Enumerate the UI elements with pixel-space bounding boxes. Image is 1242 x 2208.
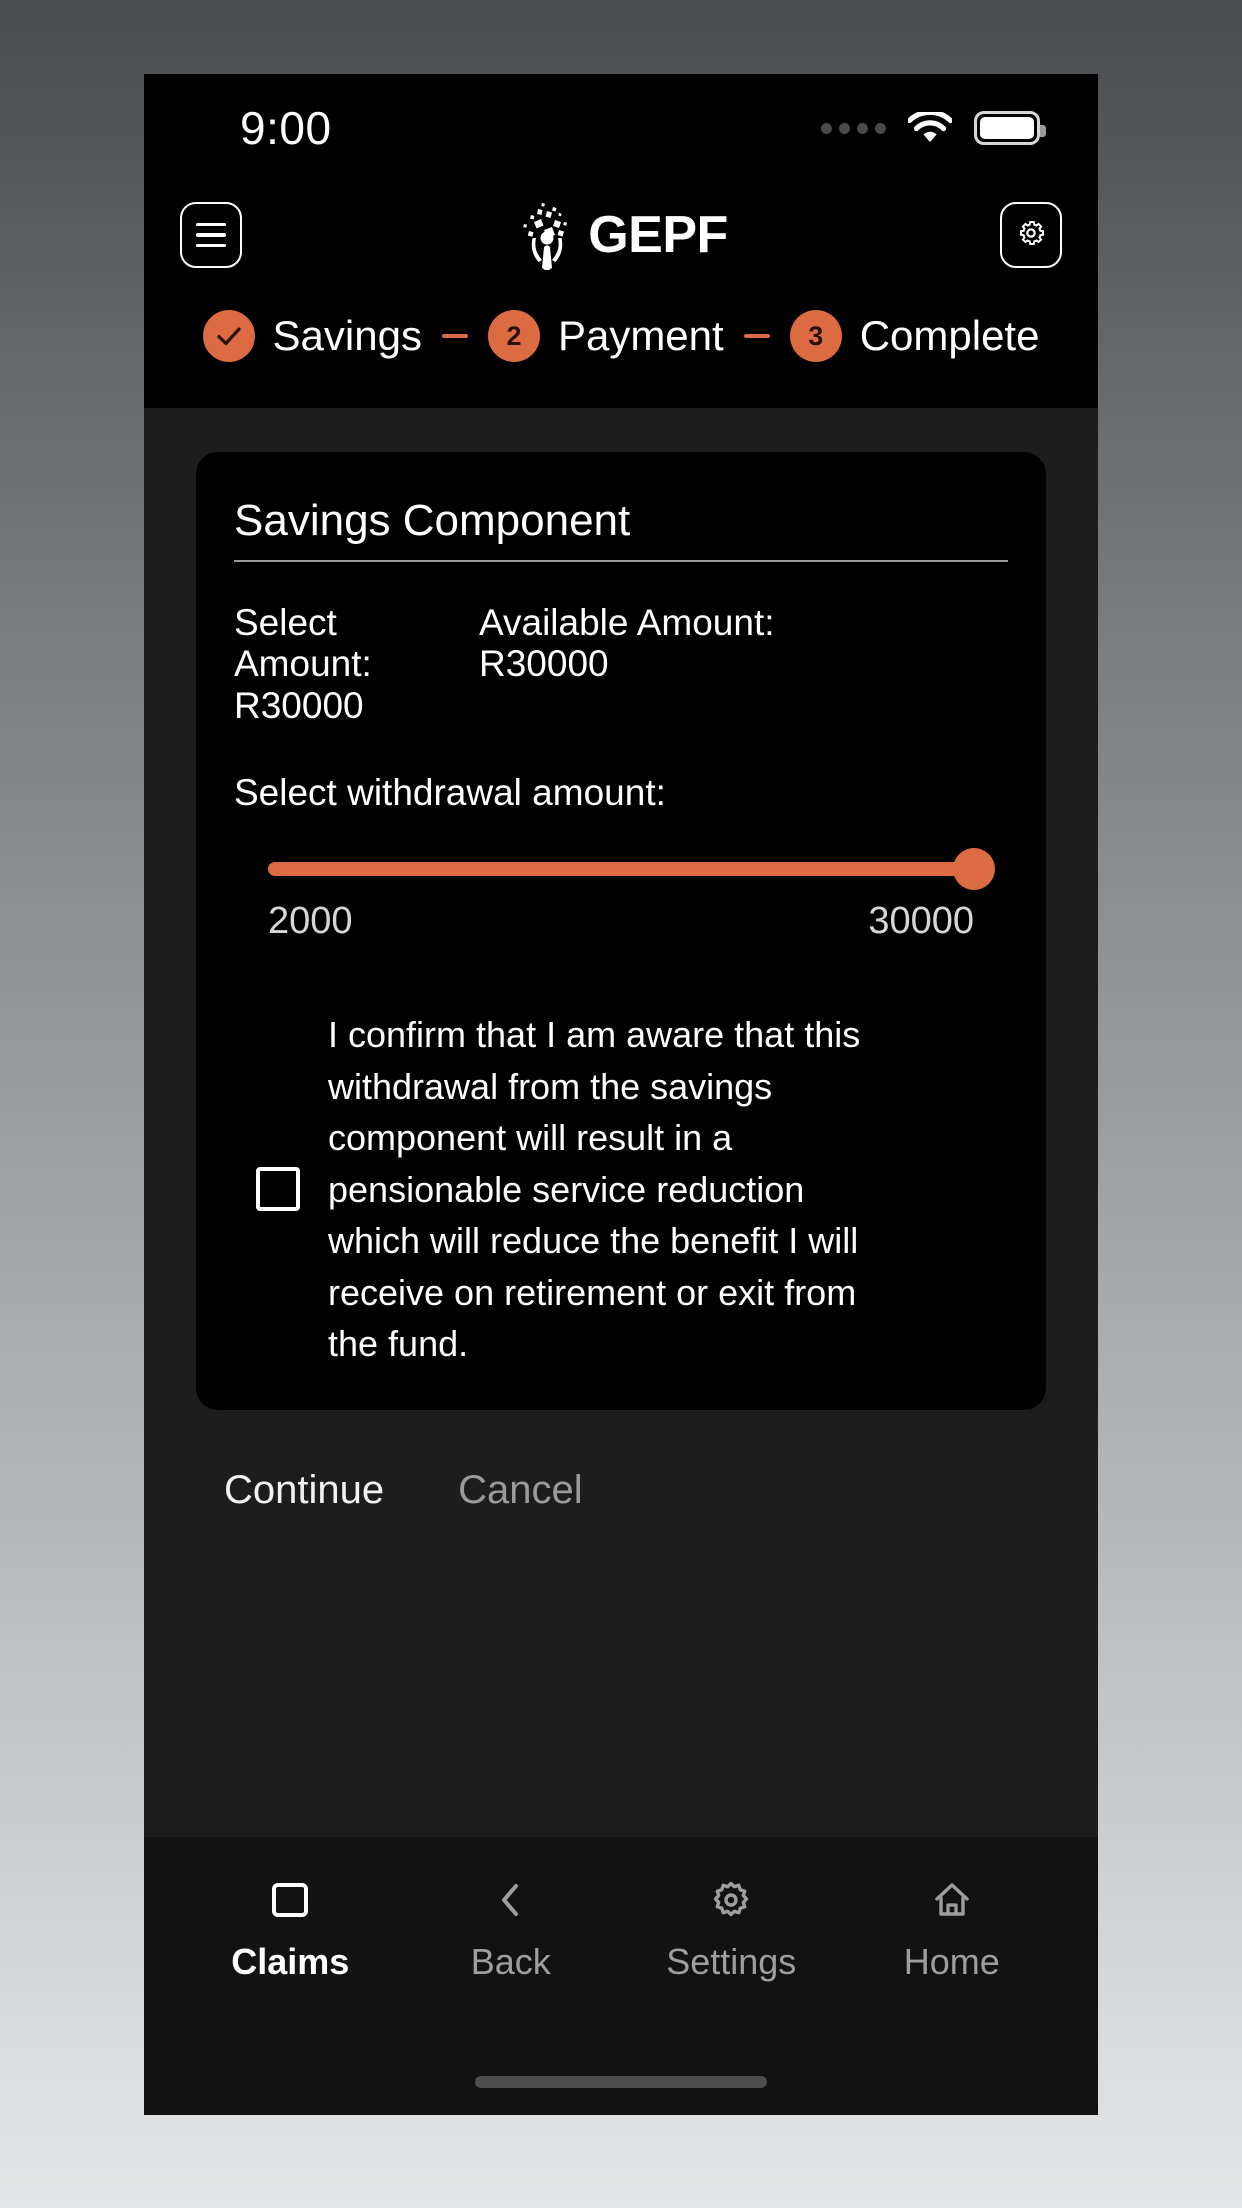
home-indicator[interactable] xyxy=(475,2076,767,2088)
cancel-button[interactable]: Cancel xyxy=(458,1468,583,1513)
gear-icon xyxy=(1016,218,1046,253)
brand: GEPF xyxy=(242,200,1000,270)
bottom-navigation: Claims Back Settings Home xyxy=(144,1837,1098,2049)
confirmation-checkbox[interactable] xyxy=(256,1167,300,1212)
step-savings[interactable]: Savings xyxy=(202,310,422,362)
app-header: GEPF xyxy=(144,182,1098,284)
slider-min-label: 2000 xyxy=(268,900,353,943)
signal-dots-icon xyxy=(821,122,886,134)
card-title: Savings Component xyxy=(234,496,631,545)
gear-icon xyxy=(709,1873,753,1927)
step-label-payment: Payment xyxy=(557,312,724,359)
nav-item-back[interactable]: Back xyxy=(401,1873,622,1983)
slider-label: Select withdrawal amount: xyxy=(234,772,666,814)
action-buttons: Continue Cancel xyxy=(196,1410,1046,1513)
phone-screen: 9:00 GEPF Savings 2 Payment 3 Complete S… xyxy=(144,74,1098,2115)
step-marker-2: 2 xyxy=(487,310,540,362)
step-marker-3: 3 xyxy=(789,310,842,362)
step-marker-complete xyxy=(202,310,255,362)
amount-summary: Select Amount: R30000 Available Amount: … xyxy=(234,602,1008,726)
nav-label-settings: Settings xyxy=(666,1941,797,1982)
square-document-icon xyxy=(268,1873,312,1927)
wifi-icon xyxy=(906,109,954,144)
card-divider xyxy=(234,560,1008,562)
slider-thumb[interactable] xyxy=(953,848,995,891)
confirmation-text: I confirm that I am aware that this with… xyxy=(328,1014,861,1365)
continue-button[interactable]: Continue xyxy=(224,1468,384,1513)
settings-button[interactable] xyxy=(1000,202,1062,268)
select-amount-label: Select Amount: xyxy=(234,602,372,685)
step-label-complete: Complete xyxy=(859,312,1040,359)
step-separator xyxy=(743,334,770,338)
select-amount-block: Select Amount: R30000 xyxy=(234,602,479,726)
confirmation-row: I confirm that I am aware that this with… xyxy=(234,1009,1008,1369)
hamburger-menu-icon xyxy=(196,222,226,248)
status-bar-clock: 9:00 xyxy=(240,102,332,154)
house-icon xyxy=(930,1873,974,1927)
menu-button[interactable] xyxy=(180,202,242,268)
home-indicator-area xyxy=(144,2049,1098,2115)
slider-scale: 2000 30000 xyxy=(268,900,974,943)
brand-title: GEPF xyxy=(588,206,728,264)
gepf-logo-icon xyxy=(514,200,578,270)
select-amount-value: R30000 xyxy=(234,684,364,726)
main-content: Savings Component Select Amount: R30000 … xyxy=(144,408,1098,1837)
battery-full-icon xyxy=(974,111,1046,145)
slider-track[interactable] xyxy=(268,848,995,891)
available-amount-block: Available Amount: R30000 xyxy=(479,602,1008,726)
savings-component-card: Savings Component Select Amount: R30000 … xyxy=(196,452,1046,1410)
nav-label-home: Home xyxy=(903,1941,1000,1982)
withdrawal-amount-slider[interactable]: 2000 30000 xyxy=(234,848,1008,943)
step-label-savings: Savings xyxy=(272,312,422,359)
nav-item-home[interactable]: Home xyxy=(842,1873,1063,1983)
progress-stepper: Savings 2 Payment 3 Complete xyxy=(144,284,1098,408)
step-separator xyxy=(441,334,468,338)
nav-item-settings[interactable]: Settings xyxy=(621,1873,842,1983)
slider-max-label: 30000 xyxy=(868,900,974,943)
step-payment[interactable]: 2 Payment xyxy=(487,310,724,362)
status-bar-indicators xyxy=(821,109,1046,145)
available-amount-value: R30000 xyxy=(479,643,609,685)
nav-label-back: Back xyxy=(470,1941,551,1982)
available-amount-label: Available Amount: xyxy=(479,602,775,643)
chevron-left-icon xyxy=(489,1873,533,1927)
step-complete[interactable]: 3 Complete xyxy=(789,310,1040,362)
nav-item-claims[interactable]: Claims xyxy=(180,1873,401,1983)
nav-label-claims: Claims xyxy=(231,1941,350,1982)
status-bar: 9:00 xyxy=(144,74,1098,182)
